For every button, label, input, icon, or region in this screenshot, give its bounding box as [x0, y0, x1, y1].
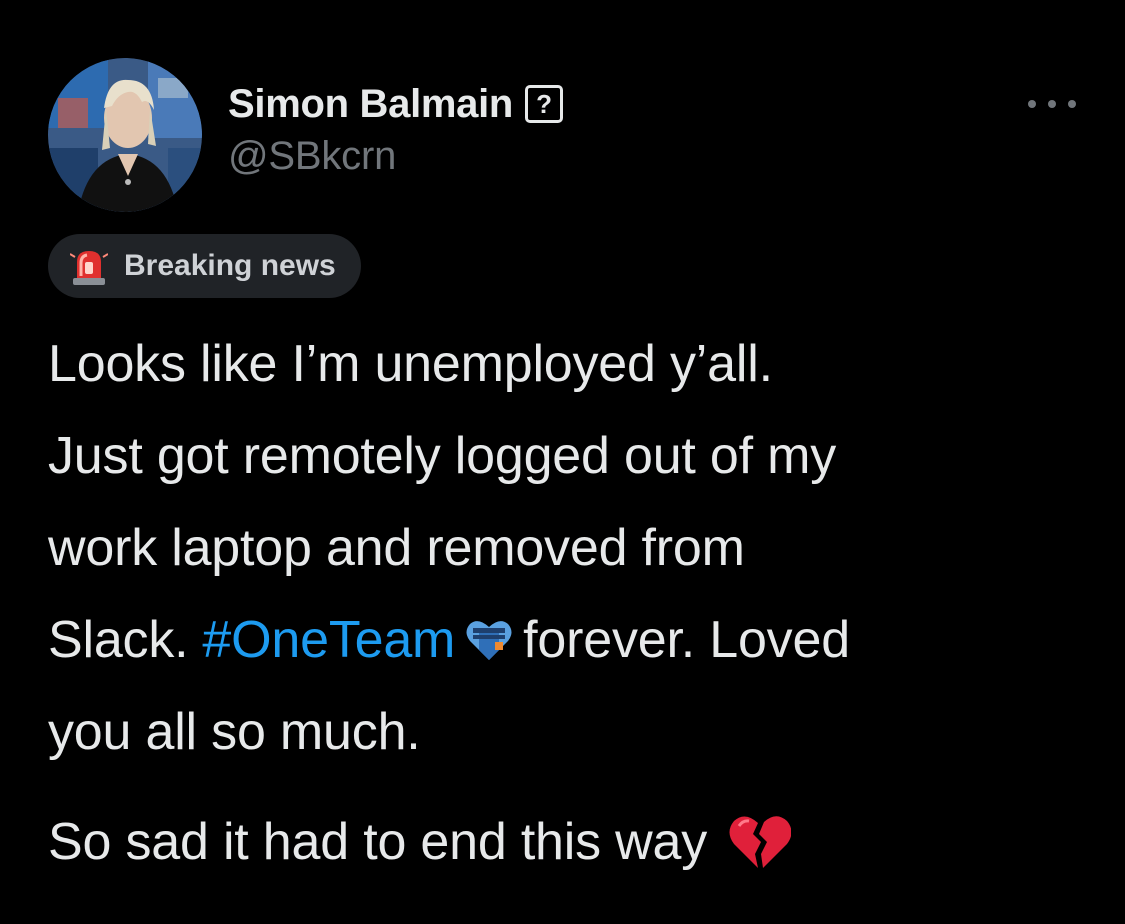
tweet-text-line-with-hashtag: Slack. #OneTeam forever. Loved	[48, 594, 1088, 686]
oneteam-heart-hashflag-icon[interactable]	[465, 618, 513, 662]
broken-heart-icon	[729, 816, 792, 868]
unverified-badge-icon[interactable]: ?	[525, 85, 564, 123]
tweet-text-paragraph-2: So sad it had to end this way	[48, 796, 792, 888]
breaking-news-label[interactable]: Breaking news	[48, 234, 361, 298]
breaking-news-text: Breaking news	[124, 249, 336, 282]
tweet-text-line: Just got remotely logged out of my	[48, 427, 837, 485]
display-name[interactable]: Simon Balmain	[228, 82, 513, 127]
tweet-text-segment: forever. Loved	[523, 611, 850, 669]
avatar-image	[48, 58, 202, 212]
more-options-button[interactable]	[1028, 92, 1076, 116]
more-horizontal-icon	[1028, 100, 1036, 108]
avatar[interactable]	[48, 58, 202, 212]
tweet-text-segment: Slack.	[48, 611, 189, 669]
more-dot	[1068, 100, 1076, 108]
tweet-card: Simon Balmain ? @SBkcrn Breaking news Lo…	[0, 0, 1125, 924]
tweet-text: Looks like I’m unemployed y’all. Just go…	[48, 318, 1088, 778]
user-handle[interactable]: @SBkcrn	[228, 134, 563, 179]
tweet-text-line: Looks like I’m unemployed y’all.	[48, 335, 773, 393]
more-dot	[1048, 100, 1056, 108]
tweet-text-line: work laptop and removed from	[48, 519, 745, 577]
police-light-icon	[70, 251, 108, 285]
tweet-text-line: you all so much.	[48, 703, 421, 761]
name-row: Simon Balmain ?	[228, 80, 564, 128]
tweet-text-line: So sad it had to end this way	[48, 813, 708, 871]
user-info: Simon Balmain ? @SBkcrn	[228, 80, 564, 179]
hashtag-link[interactable]: #OneTeam	[202, 594, 455, 686]
